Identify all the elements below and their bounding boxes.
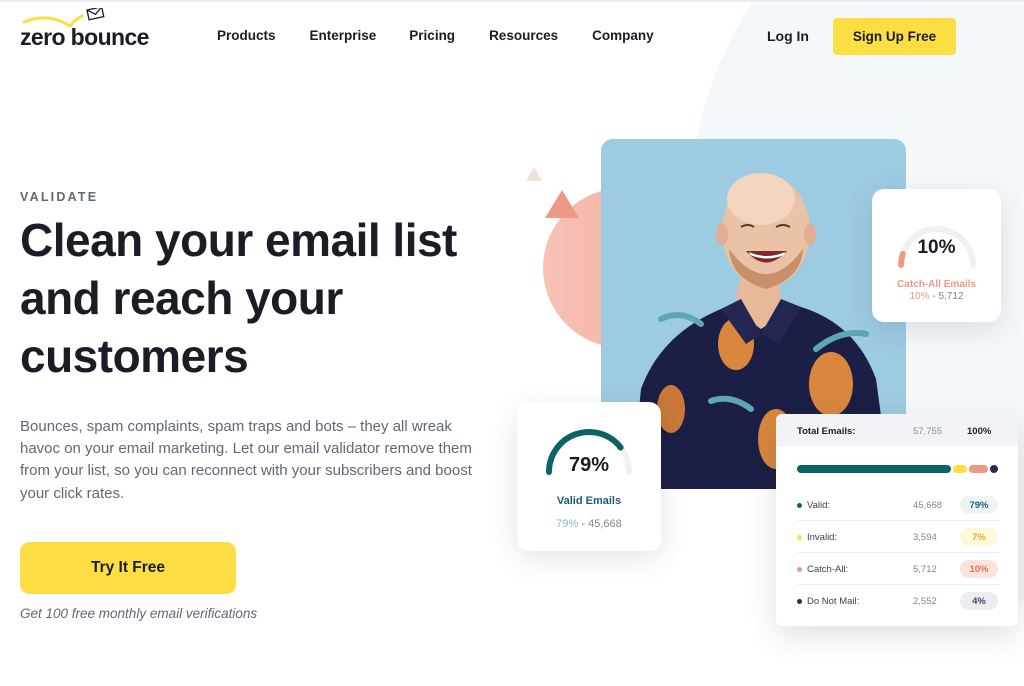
catch-all-title: Catch-All Emails [897, 279, 976, 290]
valid-sub-sep: - [578, 518, 589, 530]
stats-row-valid: Valid: 45,668 79% [797, 489, 1000, 521]
catch-all-subtext: 10% - 5,712 [872, 291, 1001, 302]
row-count: 45,668 [913, 500, 943, 511]
stats-row-catch-all: Catch-All: 5,712 10% [797, 553, 1000, 585]
row-count: 2,552 [913, 596, 937, 607]
row-label: Catch-All: [807, 564, 849, 575]
row-percent-badge: 7% [960, 528, 998, 546]
site-header: zero bounce Products Enterprise Pricing … [0, 0, 1024, 72]
stats-row-invalid: Invalid: 3,594 7% [797, 521, 1000, 553]
catch-all-dot-icon [797, 567, 802, 572]
row-label: Invalid: [807, 532, 838, 543]
bar-segment-valid [797, 465, 952, 473]
main-nav: Products Enterprise Pricing Resources Co… [217, 28, 688, 43]
valid-percent: 79% [568, 454, 610, 476]
row-count: 5,712 [913, 564, 937, 575]
catch-all-percent: 10% [917, 237, 956, 258]
row-percent-badge: 79% [960, 496, 998, 514]
valid-sub-count: 45,668 [588, 518, 622, 530]
catch-all-card: 10% Catch-All Emails 10% - 5,712 [872, 189, 1001, 322]
row-label: Valid: [807, 500, 831, 511]
valid-title: Valid Emails [556, 495, 622, 507]
nav-resources[interactable]: Resources [489, 28, 558, 43]
login-link[interactable]: Log In [767, 28, 809, 44]
hero-headline: Clean your email list and reach your cus… [20, 214, 457, 382]
valid-sub-percent: 79% [556, 518, 579, 530]
do-not-mail-dot-icon [797, 599, 802, 604]
logo-text: zero bounce [20, 24, 149, 50]
total-label: Total Emails: [797, 426, 856, 437]
nav-enterprise[interactable]: Enterprise [310, 28, 377, 43]
nav-company[interactable]: Company [592, 28, 654, 43]
catch-all-sub-percent: 10% [909, 291, 930, 302]
try-it-free-button[interactable]: Try It Free [20, 542, 236, 594]
row-label: Do Not Mail: [807, 596, 860, 607]
email-stats-card: Total Emails: 57,755 100% Valid: 45,668 … [776, 414, 1018, 626]
bar-segment-catchall [968, 465, 989, 473]
zerobounce-logo[interactable]: zero bounce [20, 8, 160, 54]
stats-row-do-not-mail: Do Not Mail: 2,552 4% [797, 585, 1000, 617]
invalid-dot-icon [797, 535, 802, 540]
signup-button[interactable]: Sign Up Free [833, 18, 956, 55]
bar-segment-invalid [953, 465, 967, 473]
decorative-triangle-small [526, 167, 542, 181]
catch-all-sub-count: 5,712 [938, 291, 964, 302]
cta-note: Get 100 free monthly email verifications [20, 606, 258, 621]
bar-segment-donotmail [990, 465, 998, 473]
hero-eyebrow: VALIDATE [20, 190, 99, 204]
nav-pricing[interactable]: Pricing [409, 28, 455, 43]
decorative-triangle-large [545, 190, 579, 218]
total-count: 57,755 [913, 426, 943, 437]
total-percent: 100% [967, 426, 992, 437]
hero-description: Bounces, spam complaints, spam traps and… [20, 418, 472, 502]
nav-products[interactable]: Products [217, 28, 276, 43]
row-count: 3,594 [913, 532, 937, 543]
stats-header: Total Emails: 57,755 100% [776, 414, 1018, 446]
row-percent-badge: 4% [960, 592, 998, 610]
valid-dot-icon [797, 503, 802, 508]
valid-emails-card: 79% Valid Emails 79% - 45,668 [517, 402, 661, 551]
distribution-bar [797, 465, 1000, 473]
row-percent-badge: 10% [960, 560, 998, 578]
valid-subtext: 79% - 45,668 [517, 518, 661, 530]
